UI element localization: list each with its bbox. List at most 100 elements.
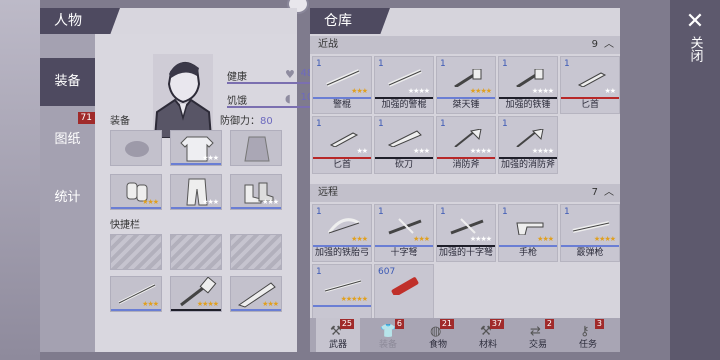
- category-badge: 37: [489, 319, 504, 329]
- item-name: 砍刀: [394, 160, 413, 170]
- section-melee-count: 9: [591, 39, 598, 50]
- health-label: 健康: [227, 72, 247, 83]
- slot-hands-bar: [111, 207, 161, 209]
- item-quantity: 1: [502, 119, 508, 129]
- tab-equipment[interactable]: 装备: [40, 58, 95, 106]
- background-left: [0, 0, 40, 360]
- section-melee[interactable]: 近战 9 ︿: [310, 36, 620, 54]
- defense-value: 80: [260, 116, 273, 127]
- item-stars: ★★★: [351, 235, 368, 243]
- equipment-label: 装备: [110, 116, 130, 127]
- quickbar-slot-hammer[interactable]: ★★★★: [170, 276, 222, 312]
- hammer-icon: [454, 69, 482, 87]
- category-badge: 2: [544, 319, 554, 329]
- inventory-item[interactable]: 1 ★★★★ 桀天锤: [436, 56, 496, 114]
- character-panel: 人物 装备 图纸 71 统计 健康 ♥ 480/485 饥饿 ◖: [40, 8, 342, 352]
- item-quantity: 1: [440, 59, 446, 69]
- inventory-item[interactable]: 1 ★★★★ 霰弹枪: [560, 204, 620, 262]
- drumstick-icon: ◖: [285, 92, 291, 105]
- close-icon: ✕: [685, 9, 705, 34]
- inventory-item[interactable]: 1 ★★★★ 加强的消防斧: [498, 116, 558, 174]
- crossbow-icon: [450, 218, 484, 235]
- slot-legs[interactable]: ★★★: [170, 174, 222, 210]
- close-button[interactable]: ✕ 关闭: [682, 10, 708, 80]
- item-condition-bar: [313, 305, 371, 307]
- item-quantity: 1: [440, 207, 446, 217]
- quickbar-slot-locked[interactable]: [110, 234, 162, 270]
- quickbar-slot-locked[interactable]: [170, 234, 222, 270]
- category-tab[interactable]: ⚷ 3 任务: [566, 318, 610, 352]
- quickbar-slot-machete[interactable]: ★★★: [230, 276, 282, 312]
- tab-equipment-label: 装备: [54, 74, 81, 89]
- category-tab[interactable]: ⇄ 2 交易: [516, 318, 560, 352]
- vest-icon: [244, 136, 270, 162]
- slot-body-bar: [171, 163, 221, 165]
- inventory-item[interactable]: 607: [374, 264, 434, 322]
- item-stars: ★★★★: [469, 87, 492, 95]
- item-quantity: 607: [378, 267, 396, 277]
- inventory-item[interactable]: 1 ★★★★ 加强的铁锤: [498, 56, 558, 114]
- axe-icon: [454, 129, 482, 147]
- hunger-label: 饥饿: [227, 96, 247, 107]
- knife-icon: [577, 72, 607, 87]
- category-label: 材料: [478, 340, 497, 350]
- item-quantity: 1: [440, 119, 446, 129]
- item-quantity: 1: [564, 207, 570, 217]
- section-ranged-label: 远程: [318, 187, 338, 198]
- inventory-item[interactable]: 1 ★★★★ 加强的十字弩: [436, 204, 496, 262]
- item-quantity: 1: [316, 267, 322, 277]
- quickbar-slot-locked[interactable]: [230, 234, 282, 270]
- inventory-item[interactable]: 1 ★★ 匕首: [560, 56, 620, 114]
- slot-feet[interactable]: ★★★: [230, 174, 282, 210]
- item-quantity: 1: [378, 59, 384, 69]
- slot-back[interactable]: [230, 130, 282, 166]
- quickbar-slot-rifle[interactable]: ★★★: [110, 276, 162, 312]
- blueprints-badge: 71: [77, 112, 95, 124]
- slot-hands[interactable]: ★★★: [110, 174, 162, 210]
- item-stars: ★★: [356, 147, 368, 155]
- item-stars: ★★★: [351, 87, 368, 95]
- chevron-up-icon[interactable]: ︿: [604, 36, 614, 54]
- inventory-item[interactable]: 1 ★★★★ 消防斧: [436, 116, 496, 174]
- item-quantity: 1: [378, 119, 384, 129]
- inventory-item[interactable]: 1 ★★★ 警棍: [312, 56, 372, 114]
- quickbar-machete-bar: [231, 309, 281, 311]
- item-stars: ★★★: [413, 235, 430, 243]
- section-melee-label: 近战: [318, 39, 338, 50]
- tab-blueprints[interactable]: 图纸 71: [40, 112, 95, 164]
- quickbar-rifle-bar: [111, 309, 161, 311]
- item-stars: ★★★★: [531, 87, 554, 95]
- inventory-item[interactable]: 1 ★★★ 手枪: [498, 204, 558, 262]
- inventory-item[interactable]: 1 ★★★★★: [312, 264, 372, 322]
- tab-statistics[interactable]: 统计: [40, 174, 95, 222]
- section-ranged-count: 7: [591, 187, 598, 198]
- item-name: 十字弩: [390, 248, 418, 258]
- category-tab[interactable]: ⚒ 37 材料: [466, 318, 510, 352]
- inventory-item[interactable]: 1 ★★★ 加强的铁胎弓: [312, 204, 372, 262]
- item-stars: ★★★: [537, 235, 554, 243]
- slot-head[interactable]: [110, 130, 162, 166]
- slot-body[interactable]: ★★★: [170, 130, 222, 166]
- slot-feet-bar: [231, 207, 281, 209]
- category-tab[interactable]: ⚒ 25 武器: [316, 318, 360, 352]
- item-quantity: 1: [564, 59, 570, 69]
- category-label: 食物: [428, 340, 447, 350]
- section-ranged[interactable]: 远程 7 ︿: [310, 184, 620, 202]
- inventory-item[interactable]: 1 ★★★ 砍刀: [374, 116, 434, 174]
- item-quantity: 1: [316, 119, 322, 129]
- chevron-up-icon[interactable]: ︿: [604, 184, 614, 202]
- slot-hands-stars: ★★★: [142, 198, 159, 206]
- helmet-icon: [125, 141, 149, 157]
- inventory-item[interactable]: 1 ★★★ 十字弩: [374, 204, 434, 262]
- item-stars: ★★★★: [469, 147, 492, 155]
- inventory-item[interactable]: 1 ★★★★ 加强的警棍: [374, 56, 434, 114]
- slot-feet-stars: ★★★: [262, 198, 279, 206]
- close-label: 关闭: [687, 36, 703, 62]
- category-tab[interactable]: ◍ 21 食物: [416, 318, 460, 352]
- crossbow-icon: [388, 218, 422, 235]
- category-label: 装备: [378, 340, 397, 350]
- machete-icon: [387, 130, 422, 147]
- inventory-item[interactable]: 1 ★★ 匕首: [312, 116, 372, 174]
- category-tab[interactable]: 👕 6 装备: [366, 318, 410, 352]
- baton-icon: [326, 69, 360, 87]
